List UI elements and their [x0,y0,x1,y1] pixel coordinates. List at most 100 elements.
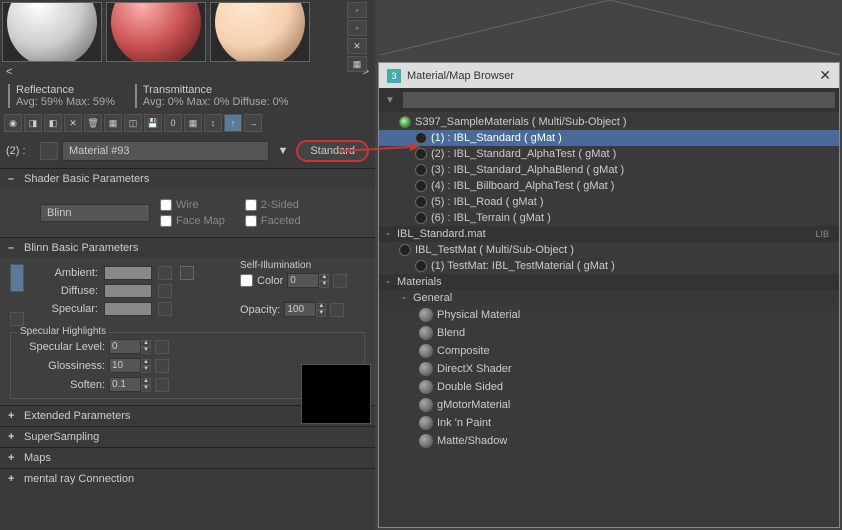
eyedropper-icon[interactable] [40,142,58,160]
spec-map-button[interactable] [155,340,169,354]
side-tool-1[interactable]: ◦ [347,2,367,18]
self-illum-map-button[interactable] [333,274,347,288]
sample-item[interactable]: (1) : IBL_Standard ( gMat ) [379,130,839,146]
make-unique-icon[interactable]: ◫ [124,114,142,132]
spin-down-icon[interactable]: ▼ [319,281,329,288]
close-icon[interactable]: ✕ [819,67,831,84]
rollout-header[interactable]: +SuperSampling [0,427,375,447]
spin-up-icon[interactable]: ▲ [316,303,326,310]
material-toolbar: ◉ ◨ ◧ ✕ 🗑 ▦ ◫ 💾 0 ▦ ↕ ↑ → [0,112,375,134]
reset-icon[interactable]: ✕ [64,114,82,132]
browser-search-row: ▼ [379,88,839,112]
general-material-item[interactable]: Matte/Shadow [379,432,839,450]
general-material-item[interactable]: DirectX Shader [379,360,839,378]
spec-value-input[interactable] [109,377,141,392]
spin-up-icon[interactable]: ▲ [319,274,329,281]
self-illum-value[interactable] [287,273,319,288]
show-map-icon[interactable]: ▦ [184,114,202,132]
material-sphere-icon [419,326,433,340]
material-icon [415,212,427,224]
sample-item[interactable]: (2) : IBL_Standard_AlphaTest ( gMat ) [379,146,839,162]
spec-map-button[interactable] [155,378,169,392]
material-slot-1[interactable] [2,2,102,62]
side-tool-2[interactable]: ◦ [347,20,367,36]
material-name-field[interactable]: Material #93 [62,141,269,161]
general-material-item[interactable]: Double Sided [379,378,839,396]
go-forward-icon[interactable]: → [244,114,262,132]
opacity-map-button[interactable] [330,303,344,317]
sample-materials-header[interactable]: S397_SampleMaterials ( Multi/Sub-Object … [379,114,839,130]
faceted-checkbox[interactable]: Faceted [245,215,301,227]
sample-item[interactable]: (6) : IBL_Terrain ( gMat ) [379,210,839,226]
link-diffuse-specular-icon[interactable] [10,312,24,326]
diffuse-map-button[interactable] [158,284,172,298]
delete-icon[interactable]: 🗑 [84,114,102,132]
spin-down-icon[interactable]: ▼ [141,347,151,354]
materials-header[interactable]: - Materials [379,274,839,290]
diffuse-color-swatch[interactable] [104,284,152,298]
sphere-preview [111,2,201,62]
side-tool-3[interactable]: ✕ [347,38,367,54]
spec-value-input[interactable] [109,358,141,373]
go-parent-icon[interactable]: ↑ [224,114,242,132]
ambient-map-button[interactable] [158,266,172,280]
rollout-header[interactable]: +mental ray Connection [0,469,375,489]
browser-titlebar[interactable]: 3 Material/Map Browser ✕ [379,63,839,88]
spin-up-icon[interactable]: ▲ [141,340,151,347]
slot-index-label: (2) : [6,145,36,157]
wire-checkbox[interactable]: Wire [160,199,225,211]
lock-icon[interactable] [180,266,194,280]
specular-map-button[interactable] [158,302,172,316]
specular-color-swatch[interactable] [104,302,152,316]
rollout-header[interactable]: – Shader Basic Parameters [0,169,375,189]
spec-map-button[interactable] [155,359,169,373]
rollout-header[interactable]: – Blinn Basic Parameters [0,238,375,258]
material-map-browser-window: 3 Material/Map Browser ✕ ▼ S397_SampleMa… [378,62,840,528]
put-to-scene-icon[interactable]: ◨ [24,114,42,132]
general-material-item[interactable]: gMotorMaterial [379,396,839,414]
spin-down-icon[interactable]: ▼ [141,366,151,373]
sample-item[interactable]: (5) : IBL_Road ( gMat ) [379,194,839,210]
self-illum-color-checkbox[interactable] [240,274,253,287]
assign-icon[interactable]: ◧ [44,114,62,132]
general-material-item[interactable]: Composite [379,342,839,360]
put-to-library-icon[interactable]: 💾 [144,114,162,132]
lib-header[interactable]: - IBL_Standard.mat LIB [379,226,839,242]
lib-item[interactable]: IBL_TestMat ( Multi/Sub-Object ) [379,242,839,258]
material-slots [0,0,375,64]
spec-highlights-title: Specular Highlights [17,326,109,337]
material-sphere-icon [419,344,433,358]
ambient-color-swatch[interactable] [104,266,152,280]
material-slot-3[interactable] [210,2,310,62]
material-id-icon[interactable]: 0 [164,114,182,132]
general-header[interactable]: - General [379,290,839,306]
sample-item[interactable]: (3) : IBL_Standard_AlphaBlend ( gMat ) [379,162,839,178]
copy-icon[interactable]: ▦ [104,114,122,132]
show-end-result-icon[interactable]: ↕ [204,114,222,132]
search-input[interactable] [402,91,836,109]
sample-item[interactable]: (4) : IBL_Billboard_AlphaTest ( gMat ) [379,178,839,194]
rollout-header[interactable]: +Maps [0,448,375,468]
general-material-item[interactable]: Blend [379,324,839,342]
dropdown-icon[interactable]: ▼ [273,145,292,157]
get-material-icon[interactable]: ◉ [4,114,22,132]
side-tool-4[interactable]: ▦ [347,56,367,72]
spin-down-icon[interactable]: ▼ [316,310,326,317]
expand-icon: + [8,410,18,422]
link-ambient-diffuse-icon[interactable] [10,264,24,292]
material-slot-2[interactable] [106,2,206,62]
spin-down-icon[interactable]: ▼ [141,385,151,392]
search-dropdown-icon[interactable]: ▼ [382,95,398,106]
spin-up-icon[interactable]: ▲ [141,359,151,366]
spec-value-input[interactable] [109,339,141,354]
prev-slot-icon[interactable]: < [6,66,12,78]
general-material-item[interactable]: Ink 'n Paint [379,414,839,432]
facemap-checkbox[interactable]: Face Map [160,215,225,227]
spin-up-icon[interactable]: ▲ [141,378,151,385]
shader-type-select[interactable]: Blinn [40,204,150,222]
material-icon [415,164,427,176]
general-material-item[interactable]: Physical Material [379,306,839,324]
lib-sub-item[interactable]: (1) TestMat: IBL_TestMaterial ( gMat ) [379,258,839,274]
opacity-value[interactable] [284,302,316,317]
two-sided-checkbox[interactable]: 2-Sided [245,199,301,211]
